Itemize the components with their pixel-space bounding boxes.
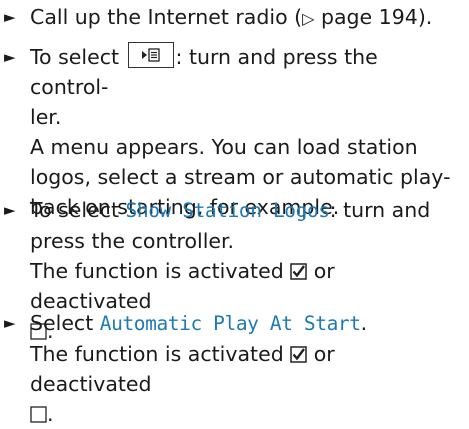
manual-page: ► Call up the Internet radio (▷ page 194… [0, 0, 469, 426]
step-4-pre: Select [30, 311, 100, 335]
checked-box-icon [290, 263, 307, 280]
step-3-line-2: press the controller. [30, 229, 235, 253]
play-list-menu-icon [127, 42, 174, 68]
step-2-result-1: A menu appears. You can load station [30, 135, 418, 159]
step-1: ► Call up the Internet radio (▷ page 194… [4, 2, 460, 34]
bullet-icon: ► [4, 48, 16, 66]
step-4-line-1: Select Automatic Play At Start. [30, 308, 460, 339]
step-3-line-1: To select Show Station Logos: turn and [30, 195, 460, 226]
bullet-icon: ► [4, 8, 16, 26]
step-4: ► Select Automatic Play At Start. The fu… [4, 308, 460, 429]
bullet-icon: ► [4, 314, 16, 332]
result-end: . [47, 402, 54, 426]
step-4-post: . [360, 311, 368, 335]
step-2-line-2: ler. [30, 105, 62, 129]
step-2-result-2: logos, select a stream or automatic play… [30, 165, 451, 189]
show-station-logos-term: Show Station Logos [125, 199, 331, 222]
empty-box-icon [30, 406, 47, 423]
step-1-text: Call up the Internet radio ( [30, 5, 303, 29]
page-reference-arrow-icon: ▷ [302, 9, 315, 28]
result-pre: The function is activated [30, 342, 291, 366]
step-2-line-1: To select : turn and press the control- [30, 42, 460, 102]
step-3-result: The function is activated or deactivated [30, 256, 460, 316]
step-3-post: : turn and [329, 198, 431, 222]
step-3-pre: To select [30, 198, 126, 222]
result-pre: The function is activated [30, 259, 291, 283]
step-4-result-line-2: . [30, 399, 460, 429]
step-4-result: The function is activated or deactivated [30, 339, 460, 399]
step-2-pre: To select [30, 45, 126, 69]
automatic-play-at-start-term: Automatic Play At Start [99, 312, 361, 335]
page-reference-text: page 194). [314, 5, 433, 29]
checked-box-icon [290, 346, 307, 363]
bullet-icon: ► [4, 201, 16, 219]
